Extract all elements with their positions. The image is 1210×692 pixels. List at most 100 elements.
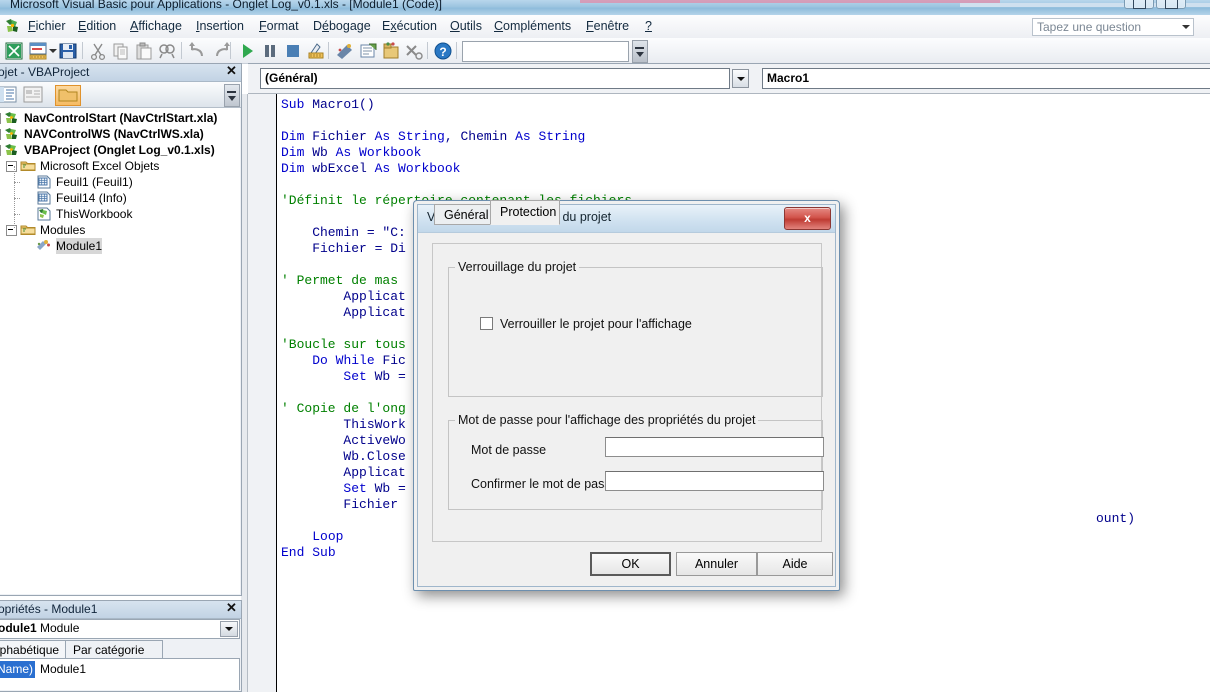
tree-item-label: Feuil14 (Info) (56, 191, 127, 205)
tree-item-label: NavControlStart (NavCtrlStart.xla) (24, 111, 218, 125)
properties-row[interactable]: Name) Module1 (0, 661, 239, 678)
procedure-combo-arrow-icon[interactable] (732, 69, 749, 88)
property-name-cell[interactable]: Name) (0, 661, 35, 678)
confirm-password-label: Confirmer le mot de passe (471, 477, 618, 491)
properties-object-combo-value: odule1 Module (0, 621, 79, 635)
menu-item-edition[interactable]: Edition (72, 18, 122, 35)
toolbar-separator (82, 42, 83, 59)
design-mode-icon[interactable] (306, 41, 326, 61)
svg-text:?: ? (439, 45, 446, 59)
run-icon[interactable] (237, 41, 257, 61)
project-tree[interactable]: NavControlStart (NavCtrlStart.xla) NAVCon… (0, 108, 240, 594)
confirm-password-input[interactable] (605, 471, 824, 491)
save-icon[interactable] (58, 41, 78, 61)
project-explorer-title-bar: ojet - VBAProject ✕ (0, 64, 241, 82)
properties-tab-par-cat-gorie[interactable]: Par catégorie (65, 640, 163, 659)
tree-connector (14, 198, 20, 199)
expander-icon[interactable] (0, 129, 1, 140)
procedure-combo[interactable]: (Général) (260, 68, 730, 89)
menu-item-format[interactable]: Format (253, 18, 305, 35)
tab-general[interactable]: Général (434, 204, 491, 225)
tree-item-label: Microsoft Excel Objets (40, 159, 160, 173)
properties-title-bar: opriétés - Module1 ✕ (0, 601, 241, 619)
project-explorer-scroll-grip[interactable] (224, 84, 240, 107)
toolbar-separator (456, 42, 457, 59)
tree-item-label: Feuil1 (Feuil1) (56, 175, 133, 189)
menu-item-fen-tre[interactable]: Fenêtre (580, 18, 635, 35)
menu-item-ex-cution[interactable]: Exécution (376, 18, 443, 35)
pause-icon[interactable] (260, 41, 280, 61)
menu-item-fichier[interactable]: Fichier (22, 18, 72, 35)
menu-item-outils[interactable]: Outils (444, 18, 488, 35)
menu-bar: Fichier Edition Affichage Insertion Format Dé… (0, 15, 1210, 39)
vba-project-icon (4, 127, 20, 141)
properties-grid[interactable]: Name) Module1 (0, 658, 240, 690)
project-explorer-icon[interactable] (335, 41, 355, 61)
project-explorer-toolbar (0, 82, 241, 108)
menu-item-insertion[interactable]: Insertion (190, 18, 250, 35)
vba-app-icon (6, 19, 18, 32)
close-icon[interactable]: ✕ (225, 601, 238, 615)
password-group (448, 420, 823, 510)
excel-view-icon[interactable] (4, 41, 24, 61)
tree-connector (14, 214, 20, 215)
property-value-cell[interactable]: Module1 (37, 661, 225, 678)
userform-icon[interactable] (28, 41, 48, 61)
help-button[interactable]: Aide (757, 552, 833, 576)
object-combo[interactable]: Macro1 (762, 68, 1210, 89)
standard-toolbar: ? (0, 38, 1210, 64)
dropdown-arrow-icon[interactable] (48, 41, 58, 61)
find-icon[interactable] (157, 41, 177, 61)
expander-icon[interactable] (6, 225, 17, 236)
expander-icon[interactable] (0, 145, 1, 156)
cut-icon[interactable] (88, 41, 108, 61)
view-code-icon[interactable] (0, 85, 19, 104)
title-decoration (580, 0, 1000, 3)
password-group-label: Mot de passe pour l'affichage des propri… (455, 413, 759, 427)
code-text-fragment: ount) (1096, 511, 1136, 526)
chevron-down-icon[interactable] (220, 621, 238, 637)
close-icon[interactable]: ✕ (225, 64, 238, 78)
view-object-icon[interactable] (21, 85, 45, 104)
toggle-folders-icon[interactable] (55, 85, 81, 106)
window-title-bar: Microsoft Visual Basic pour Applications… (0, 0, 1210, 15)
menu-item-[interactable]: ? (639, 18, 658, 35)
ok-button[interactable]: OK (590, 552, 671, 576)
menu-item-compl-ments[interactable]: Compléments (488, 18, 577, 35)
tab-protection[interactable]: Protection (490, 200, 560, 225)
properties-object-combo[interactable]: odule1 Module (0, 619, 240, 639)
code-left-scroll-strip[interactable] (241, 94, 248, 692)
undo-icon[interactable] (188, 41, 208, 61)
menu-item-d-bogage[interactable]: Débogage (307, 18, 377, 35)
lock-project-checkbox[interactable] (480, 317, 493, 330)
toolbox-icon[interactable] (404, 41, 424, 61)
toolbar-text-field[interactable] (462, 41, 629, 62)
cancel-button[interactable]: Annuler (676, 552, 757, 576)
stop-icon[interactable] (283, 41, 303, 61)
paste-icon[interactable] (134, 41, 154, 61)
project-explorer-title: ojet - VBAProject (0, 65, 90, 79)
close-icon[interactable]: x (784, 207, 831, 230)
properties-object-type: Module (40, 621, 80, 635)
tree-connector (14, 166, 15, 228)
properties-title: opriétés - Module1 (0, 602, 98, 616)
dialog-tab-page: Verrouillage du projet Verrouiller le pr… (432, 243, 824, 542)
menu-item-affichage[interactable]: Affichage (124, 18, 188, 35)
ask-question-box[interactable]: Tapez une question (1032, 18, 1194, 36)
window-maximize-button[interactable] (1156, 0, 1186, 9)
code-window-combo-bar: (Général) Macro1 (248, 64, 1210, 93)
window-restore-button[interactable] (1124, 0, 1154, 9)
chevron-down-icon[interactable] (1182, 25, 1190, 29)
redo-icon[interactable] (211, 41, 231, 61)
expander-icon[interactable] (6, 161, 17, 172)
lock-group-label: Verrouillage du projet (455, 260, 580, 274)
password-input[interactable] (605, 437, 824, 457)
expander-icon[interactable] (0, 113, 1, 124)
properties-window-icon[interactable] (358, 41, 378, 61)
project-explorer-pane: ojet - VBAProject ✕ NavControlStart (Nav… (0, 63, 242, 596)
toolbar-separator (181, 42, 182, 59)
object-browser-icon[interactable] (381, 41, 401, 61)
toolbar-overflow-button[interactable] (632, 40, 648, 63)
copy-icon[interactable] (111, 41, 131, 61)
help-icon[interactable]: ? (433, 41, 453, 61)
